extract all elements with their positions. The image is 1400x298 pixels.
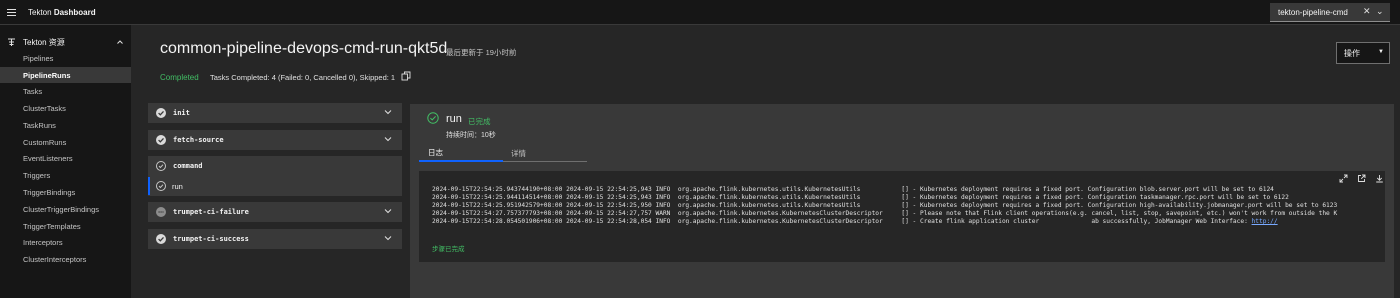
- sidebar-item-triggerbindings[interactable]: TriggerBindings: [0, 184, 131, 200]
- sidebar-item-eventlisteners[interactable]: EventListeners: [0, 150, 131, 166]
- tab-logs[interactable]: 日志: [419, 145, 503, 162]
- task-trumpet-ci-failure[interactable]: trumpet-ci-failure: [148, 202, 402, 222]
- task-fetch-source[interactable]: fetch-source: [148, 130, 402, 150]
- log-link[interactable]: http://: [1252, 218, 1278, 225]
- log-line: 2024-09-15T22:54:25.951942579+08:00 2024…: [432, 202, 1338, 209]
- sidebar-item-tasks[interactable]: Tasks: [0, 83, 131, 99]
- sidebar-item-clusterinterceptors[interactable]: ClusterInterceptors: [0, 251, 131, 267]
- step-title: run: [446, 113, 462, 125]
- sidebar-item-clustertasks[interactable]: ClusterTasks: [0, 100, 131, 116]
- task-command-header[interactable]: command: [148, 156, 402, 176]
- step-run[interactable]: run: [148, 177, 402, 195]
- namespace-value: tekton-pipeline-cmd: [1278, 7, 1348, 17]
- task-name: command: [173, 162, 203, 170]
- step-tabs: 日志 详情: [419, 145, 587, 162]
- chevron-down-icon[interactable]: ⌄: [1376, 6, 1384, 17]
- app-title[interactable]: Tekton Dashboard: [28, 8, 96, 17]
- step-status: 已完成: [468, 117, 491, 126]
- brand-prefix: Tekton: [28, 7, 52, 17]
- success-icon: [156, 135, 166, 145]
- sidebar-section-label: Tekton 资源: [23, 37, 65, 47]
- clear-icon[interactable]: ✕: [1363, 6, 1371, 17]
- log-step-complete: 步骤已完成: [432, 246, 465, 253]
- success-outline-icon: [427, 112, 439, 124]
- tasks-summary: Tasks Completed: 4 (Failed: 0, Cancelled…: [210, 73, 396, 82]
- sidebar-item-triggers[interactable]: Triggers: [0, 167, 131, 183]
- download-icon[interactable]: [1375, 174, 1384, 183]
- success-icon: [156, 108, 166, 118]
- task-command[interactable]: command run: [148, 156, 402, 196]
- log-line: 2024-09-15T22:54:27.757377793+08:00 2024…: [432, 210, 1338, 217]
- sidebar-item-customruns[interactable]: CustomRuns: [0, 134, 131, 150]
- copy-icon[interactable]: [401, 71, 411, 81]
- sidebar-item-taskruns[interactable]: TaskRuns: [0, 117, 131, 133]
- chevron-down-icon[interactable]: [383, 233, 393, 243]
- success-outline-icon: [156, 181, 166, 191]
- sidebar-item-pipelineruns[interactable]: PipelineRuns: [0, 67, 131, 83]
- log-line: 2024-09-15T22:54:25.943744190+08:00 2024…: [432, 186, 1274, 193]
- task-init[interactable]: init: [148, 103, 402, 123]
- last-updated-text: 最后更新于 19小时前: [446, 48, 517, 57]
- menu-icon[interactable]: [0, 0, 22, 25]
- task-name: init: [173, 109, 190, 117]
- task-name: trumpet-ci-success: [173, 235, 249, 243]
- actions-label: 操作: [1344, 48, 1360, 58]
- skipped-icon: [156, 207, 166, 217]
- task-name: fetch-source: [173, 136, 224, 144]
- actions-dropdown[interactable]: 操作 ▼: [1336, 42, 1390, 64]
- success-outline-icon: [156, 161, 166, 171]
- step-duration: 持续时间：10秒: [446, 132, 496, 139]
- log-line-with-link: 2024-09-15T22:54:28.054501906+08:00 2024…: [432, 218, 1278, 225]
- page-title: common-pipeline-devops-cmd-run-qkt5d: [160, 40, 448, 57]
- caret-down-icon: ▼: [1378, 49, 1384, 55]
- tekton-icon: [8, 38, 15, 46]
- top-header: Tekton Dashboard tekton-pipeline-cmd ✕ ⌄: [0, 0, 1400, 25]
- chevron-down-icon[interactable]: [383, 134, 393, 144]
- task-name: trumpet-ci-failure: [173, 208, 249, 216]
- sidebar: Tekton 资源 Pipelines PipelineRuns Tasks C…: [0, 25, 131, 298]
- sidebar-item-pipelines[interactable]: Pipelines: [0, 50, 131, 66]
- chevron-down-icon[interactable]: [383, 206, 393, 216]
- sidebar-item-interceptors[interactable]: Interceptors: [0, 234, 131, 250]
- launch-icon[interactable]: [1357, 174, 1366, 183]
- tab-details[interactable]: 详情: [503, 145, 587, 162]
- namespace-select[interactable]: tekton-pipeline-cmd ✕ ⌄: [1270, 3, 1390, 22]
- maximize-icon[interactable]: [1339, 174, 1348, 183]
- step-name: run: [172, 181, 183, 191]
- task-trumpet-ci-success[interactable]: trumpet-ci-success: [148, 229, 402, 249]
- log-line: 2024-09-15T22:54:25.944114514+08:00 2024…: [432, 194, 1289, 201]
- sidebar-item-triggertemplates[interactable]: TriggerTemplates: [0, 218, 131, 234]
- success-icon: [156, 234, 166, 244]
- sidebar-section-tekton[interactable]: Tekton 资源: [0, 35, 131, 49]
- run-status: Completed: [160, 73, 199, 82]
- log-toolbar: [1339, 174, 1384, 184]
- log-line-text: 2024-09-15T22:54:28.054501906+08:00 2024…: [432, 218, 1252, 225]
- sidebar-item-clustertriggerbindings[interactable]: ClusterTriggerBindings: [0, 201, 131, 217]
- chevron-down-icon[interactable]: [383, 107, 393, 117]
- chevron-up-icon[interactable]: [116, 38, 124, 46]
- brand-bold: Dashboard: [53, 7, 96, 17]
